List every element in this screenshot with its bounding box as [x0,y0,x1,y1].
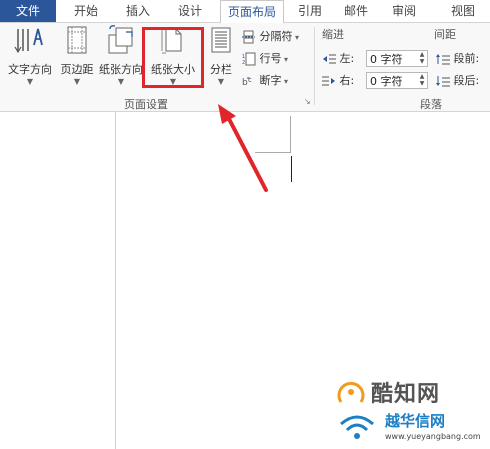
watermark-url: www.yueyangbang.com [385,432,481,441]
arrow-head [218,104,236,124]
watermark-logo-icon [337,381,365,403]
watermark-brand-2: 越华信网 [385,412,446,430]
wifi-icon [340,415,374,439]
watermark-logo-1: 酷知网 [335,376,485,408]
arrow-shaft [226,115,268,192]
watermark-brand-1: 酷知网 [371,382,441,407]
word-window: 文件 开始 插入 设计 页面布局 引用 邮件 审阅 视图 文字方向 ▼ 页边距 … [0,0,490,449]
watermark-logo-2: 越华信网 www.yueyangbang.com [335,410,485,446]
